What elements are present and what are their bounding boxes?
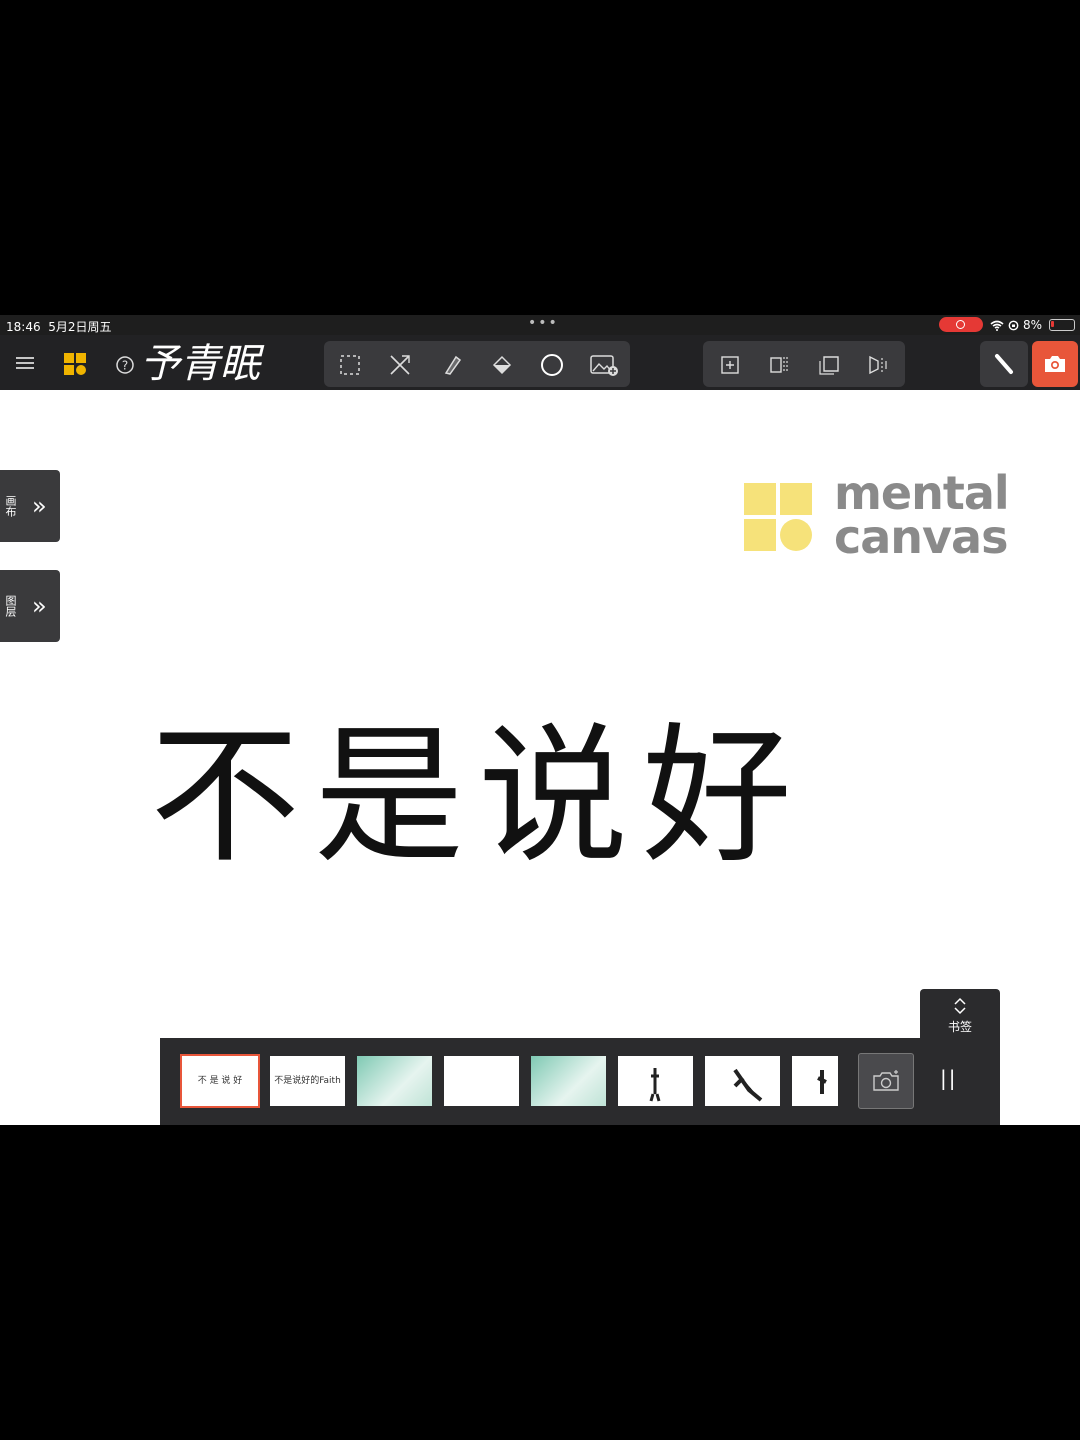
thumbnail-label: 不 是 说 好: [197, 1076, 243, 1086]
pencil-x-icon[interactable]: [386, 352, 414, 378]
help-icon[interactable]: ?: [113, 353, 137, 377]
scene-strip: 不 是 说 好 不是说好的Faith ||: [160, 1038, 1000, 1125]
scene-thumbnail[interactable]: [618, 1056, 693, 1106]
scene-thumbnail[interactable]: [444, 1056, 519, 1106]
logo-line2: canvas: [834, 510, 1008, 564]
insert-image-icon[interactable]: [588, 352, 620, 378]
status-right: 8%: [990, 318, 1076, 332]
logo-line1: mental: [834, 466, 1010, 520]
layers-tab-label: 图层: [4, 595, 17, 617]
svg-text:?: ?: [122, 359, 128, 373]
canvas-tab-label: 画布: [4, 495, 17, 517]
document-title[interactable]: 予青眠: [140, 341, 260, 387]
eraser-icon[interactable]: [437, 352, 465, 378]
scene-thumbnail[interactable]: [792, 1056, 838, 1106]
pen-icon[interactable]: [980, 341, 1028, 387]
select-icon[interactable]: [336, 352, 364, 378]
split-panel-icon[interactable]: [765, 352, 793, 378]
chevron-updown-icon[interactable]: [953, 997, 967, 1015]
add-panel-icon[interactable]: [716, 352, 744, 378]
menu-icon[interactable]: [12, 353, 38, 373]
more-dots-icon[interactable]: •••: [528, 315, 559, 331]
screen-record-icon[interactable]: [939, 317, 983, 332]
scene-thumbnail[interactable]: 不 是 说 好: [180, 1054, 260, 1108]
rotate-panel-icon[interactable]: [815, 352, 843, 378]
layers-panel-tab[interactable]: 图层 »: [0, 570, 60, 642]
app-screen: 18:46 5月2日周五 ••• 8% ? 予青眠 画布 » 图层 » ment…: [0, 315, 1080, 1125]
scene-thumbnail[interactable]: [357, 1056, 432, 1106]
chevron-right-icon: »: [32, 592, 47, 620]
mirror-icon[interactable]: [865, 352, 893, 378]
circle-icon[interactable]: [538, 352, 566, 378]
layers-icon[interactable]: [62, 352, 88, 376]
logo-text: mental canvas: [834, 466, 1010, 564]
canvas-calligraphy[interactable]: 不是说好: [150, 675, 806, 892]
scene-thumbnail[interactable]: [705, 1056, 780, 1106]
wifi-icon: [990, 320, 1004, 331]
scene-thumbnail[interactable]: [531, 1056, 606, 1106]
drawing-tools-group: [324, 341, 630, 387]
pause-icon[interactable]: ||: [940, 1066, 957, 1090]
battery-percent: 8%: [1023, 318, 1043, 332]
battery-icon: [1049, 319, 1076, 331]
fill-icon[interactable]: [488, 352, 516, 378]
top-toolbar: ? 予青眠: [0, 335, 1080, 390]
thumbnail-label: 不是说好的Faith: [274, 1076, 341, 1086]
camera-icon[interactable]: [1032, 341, 1078, 387]
bookmark-label: 书签: [947, 1020, 972, 1034]
status-bar: 18:46 5月2日周五 ••• 8%: [0, 315, 1080, 335]
chevron-right-icon: »: [32, 492, 47, 520]
scene-thumbnail[interactable]: 不是说好的Faith: [270, 1056, 345, 1106]
orientation-lock-icon: [1008, 320, 1019, 330]
status-time: 18:46 5月2日周五: [6, 320, 112, 334]
canvas-panel-tab[interactable]: 画布 »: [0, 470, 60, 542]
add-scene-camera-icon[interactable]: [858, 1053, 914, 1109]
